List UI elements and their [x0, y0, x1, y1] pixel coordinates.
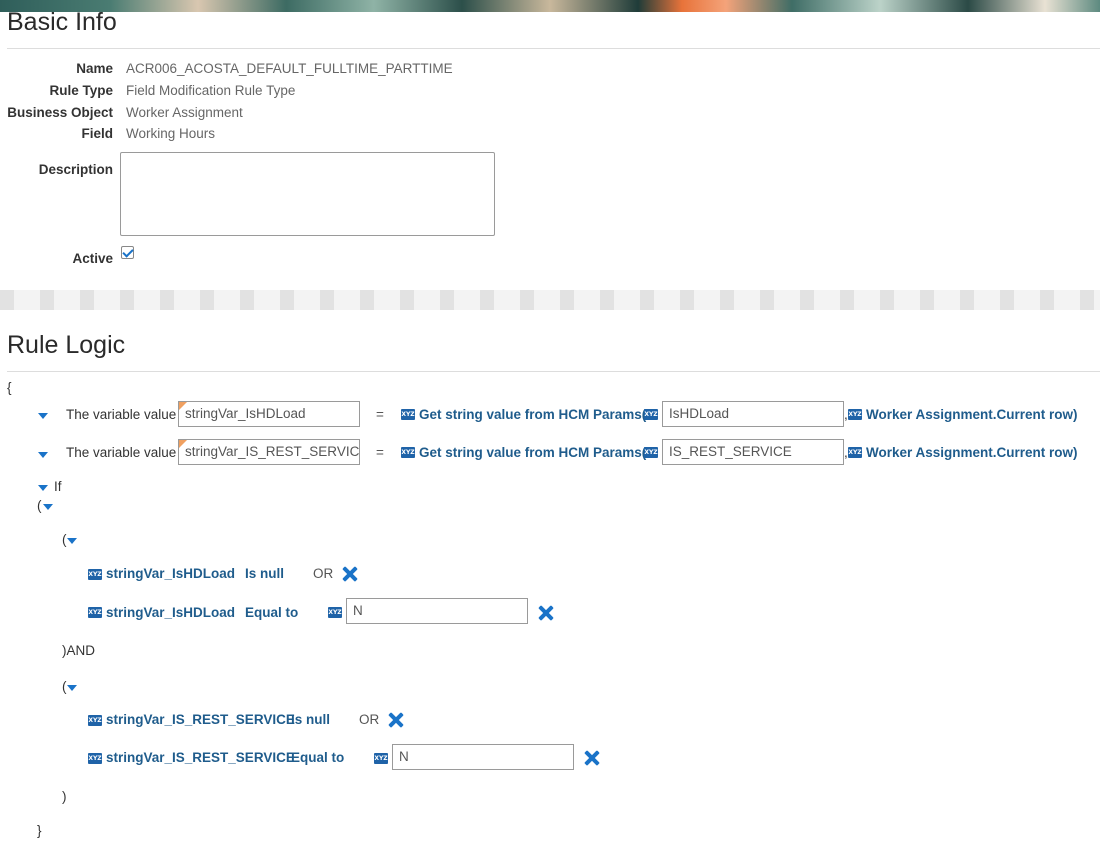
equals-operator: =	[376, 445, 384, 460]
condition-variable-link[interactable]: stringVar_IS_REST_SERVICE	[106, 712, 295, 727]
equals-operator: =	[376, 407, 384, 422]
function-link[interactable]: Get string value from HCM Params(	[419, 445, 646, 460]
object-link[interactable]: Worker Assignment.Current row)	[866, 445, 1078, 460]
variable-input-value: stringVar_IsHDLoad	[185, 406, 306, 421]
assignment-prefix: The variable value	[66, 407, 177, 422]
condition-operator-link[interactable]: Equal to	[245, 605, 298, 620]
business-object-label: Business Object	[7, 105, 113, 120]
variable-input[interactable]: stringVar_IS_REST_SERVICE	[178, 439, 360, 465]
xyz-expression-icon[interactable]: XYZ	[401, 409, 415, 420]
open-paren: (	[37, 498, 42, 513]
variable-input-value: stringVar_IS_REST_SERVICE	[185, 444, 360, 459]
xyz-expression-icon[interactable]: XYZ	[88, 715, 102, 726]
assignment-prefix: The variable value	[66, 445, 177, 460]
xyz-expression-icon[interactable]: XYZ	[644, 447, 658, 458]
basic-info-title: Basic Info	[7, 8, 117, 36]
xyz-expression-icon[interactable]: XYZ	[848, 447, 862, 458]
collapse-triangle-icon[interactable]	[43, 504, 53, 510]
name-label: Name	[76, 61, 113, 76]
xyz-expression-icon[interactable]: XYZ	[88, 753, 102, 764]
description-textarea[interactable]	[120, 152, 495, 236]
xyz-expression-icon[interactable]: XYZ	[374, 753, 388, 764]
condition-value-input[interactable]: N	[392, 744, 574, 770]
close-brace: }	[37, 823, 42, 838]
field-value: Working Hours	[126, 126, 216, 141]
xyz-expression-icon[interactable]: XYZ	[88, 569, 102, 580]
condition-operator-link[interactable]: Is null	[291, 712, 330, 727]
xyz-expression-icon[interactable]: XYZ	[644, 409, 658, 420]
xyz-expression-icon[interactable]: XYZ	[88, 607, 102, 618]
header-banner-image	[0, 0, 1100, 12]
and-label: )AND	[62, 643, 95, 658]
delete-condition-icon[interactable]	[538, 605, 554, 621]
collapse-triangle-icon[interactable]	[67, 685, 77, 691]
group-open-paren: (	[62, 679, 67, 694]
xyz-expression-icon[interactable]: XYZ	[401, 447, 415, 458]
collapse-triangle-icon[interactable]	[38, 485, 48, 491]
delete-condition-icon[interactable]	[388, 712, 404, 728]
variable-input[interactable]: stringVar_IsHDLoad	[178, 401, 360, 427]
if-label: If	[54, 479, 62, 494]
section-separator	[0, 290, 1100, 310]
condition-variable-link[interactable]: stringVar_IsHDLoad	[106, 566, 235, 581]
required-corner-icon	[179, 402, 187, 410]
or-label: OR	[359, 712, 380, 727]
object-link[interactable]: Worker Assignment.Current row)	[866, 407, 1078, 422]
description-label: Description	[38, 162, 113, 177]
rule-logic-divider	[7, 371, 1100, 372]
name-value: ACR006_ACOSTA_DEFAULT_FULLTIME_PARTTIME	[126, 61, 453, 76]
function-link[interactable]: Get string value from HCM Params(	[419, 407, 646, 422]
xyz-expression-icon[interactable]: XYZ	[848, 409, 862, 420]
open-brace: {	[7, 380, 12, 395]
rule-type-value: Field Modification Rule Type	[126, 83, 296, 98]
active-checkbox[interactable]	[121, 246, 134, 259]
collapse-triangle-icon[interactable]	[38, 413, 48, 419]
condition-value-input[interactable]: N	[346, 598, 528, 624]
condition-variable-link[interactable]: stringVar_IS_REST_SERVICE	[106, 750, 295, 765]
group-open-paren: (	[62, 532, 67, 547]
required-corner-icon	[179, 440, 187, 448]
rule-logic-title: Rule Logic	[7, 331, 126, 359]
basic-info-divider	[7, 48, 1100, 49]
param-input[interactable]: IsHDLoad	[662, 401, 844, 427]
xyz-expression-icon[interactable]: XYZ	[328, 607, 342, 618]
delete-condition-icon[interactable]	[342, 566, 358, 582]
business-object-value: Worker Assignment	[126, 105, 243, 120]
condition-variable-link[interactable]: stringVar_IsHDLoad	[106, 605, 235, 620]
active-label: Active	[72, 251, 113, 266]
collapse-triangle-icon[interactable]	[67, 538, 77, 544]
rule-type-label: Rule Type	[49, 83, 113, 98]
group-close-paren: )	[62, 789, 67, 804]
delete-condition-icon[interactable]	[584, 750, 600, 766]
field-label: Field	[81, 126, 113, 141]
condition-operator-link[interactable]: Equal to	[291, 750, 344, 765]
or-label: OR	[313, 566, 334, 581]
condition-operator-link[interactable]: Is null	[245, 566, 284, 581]
param-input[interactable]: IS_REST_SERVICE	[662, 439, 844, 465]
collapse-triangle-icon[interactable]	[38, 452, 48, 458]
